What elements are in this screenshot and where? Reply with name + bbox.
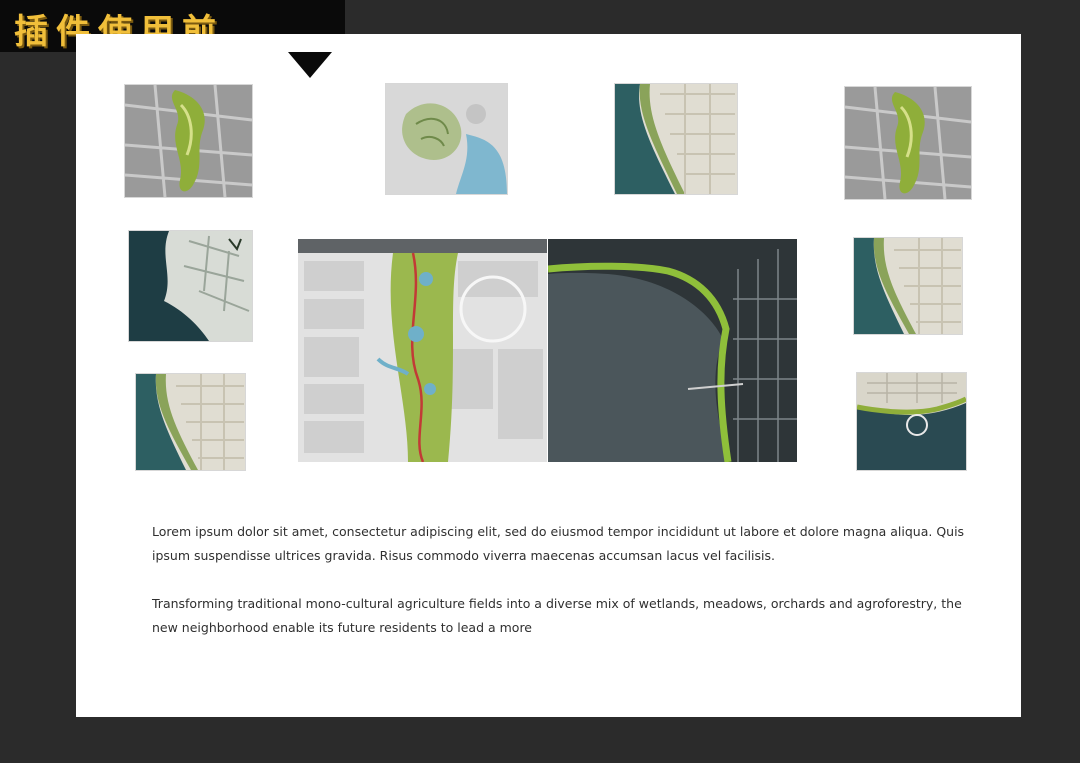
thumbnail-green-park-corridor-2[interactable]: [845, 87, 971, 199]
description-text: Lorem ipsum dolor sit amet, consectetur …: [152, 520, 972, 664]
thumbnail-riverside-urban-2[interactable]: [136, 374, 245, 470]
banner-pointer: [288, 52, 332, 78]
thumbnail-riverside-urban[interactable]: [615, 84, 737, 194]
thumbnail-coastal-dark-map[interactable]: [129, 231, 252, 341]
thumbnail-hillside-district[interactable]: [386, 84, 507, 194]
masterplan-bay-waterfront[interactable]: [548, 239, 797, 462]
masterplan-central-green-axis[interactable]: [298, 239, 547, 462]
thumbnail-riverside-urban-3[interactable]: [854, 238, 962, 334]
thumbnail-green-park-corridor[interactable]: [125, 85, 252, 197]
description-paragraph-1: Lorem ipsum dolor sit amet, consectetur …: [152, 524, 965, 563]
description-paragraph-2: Transforming traditional mono-cultural a…: [152, 596, 962, 635]
thumbnail-waterfront-crescent[interactable]: [857, 373, 966, 470]
